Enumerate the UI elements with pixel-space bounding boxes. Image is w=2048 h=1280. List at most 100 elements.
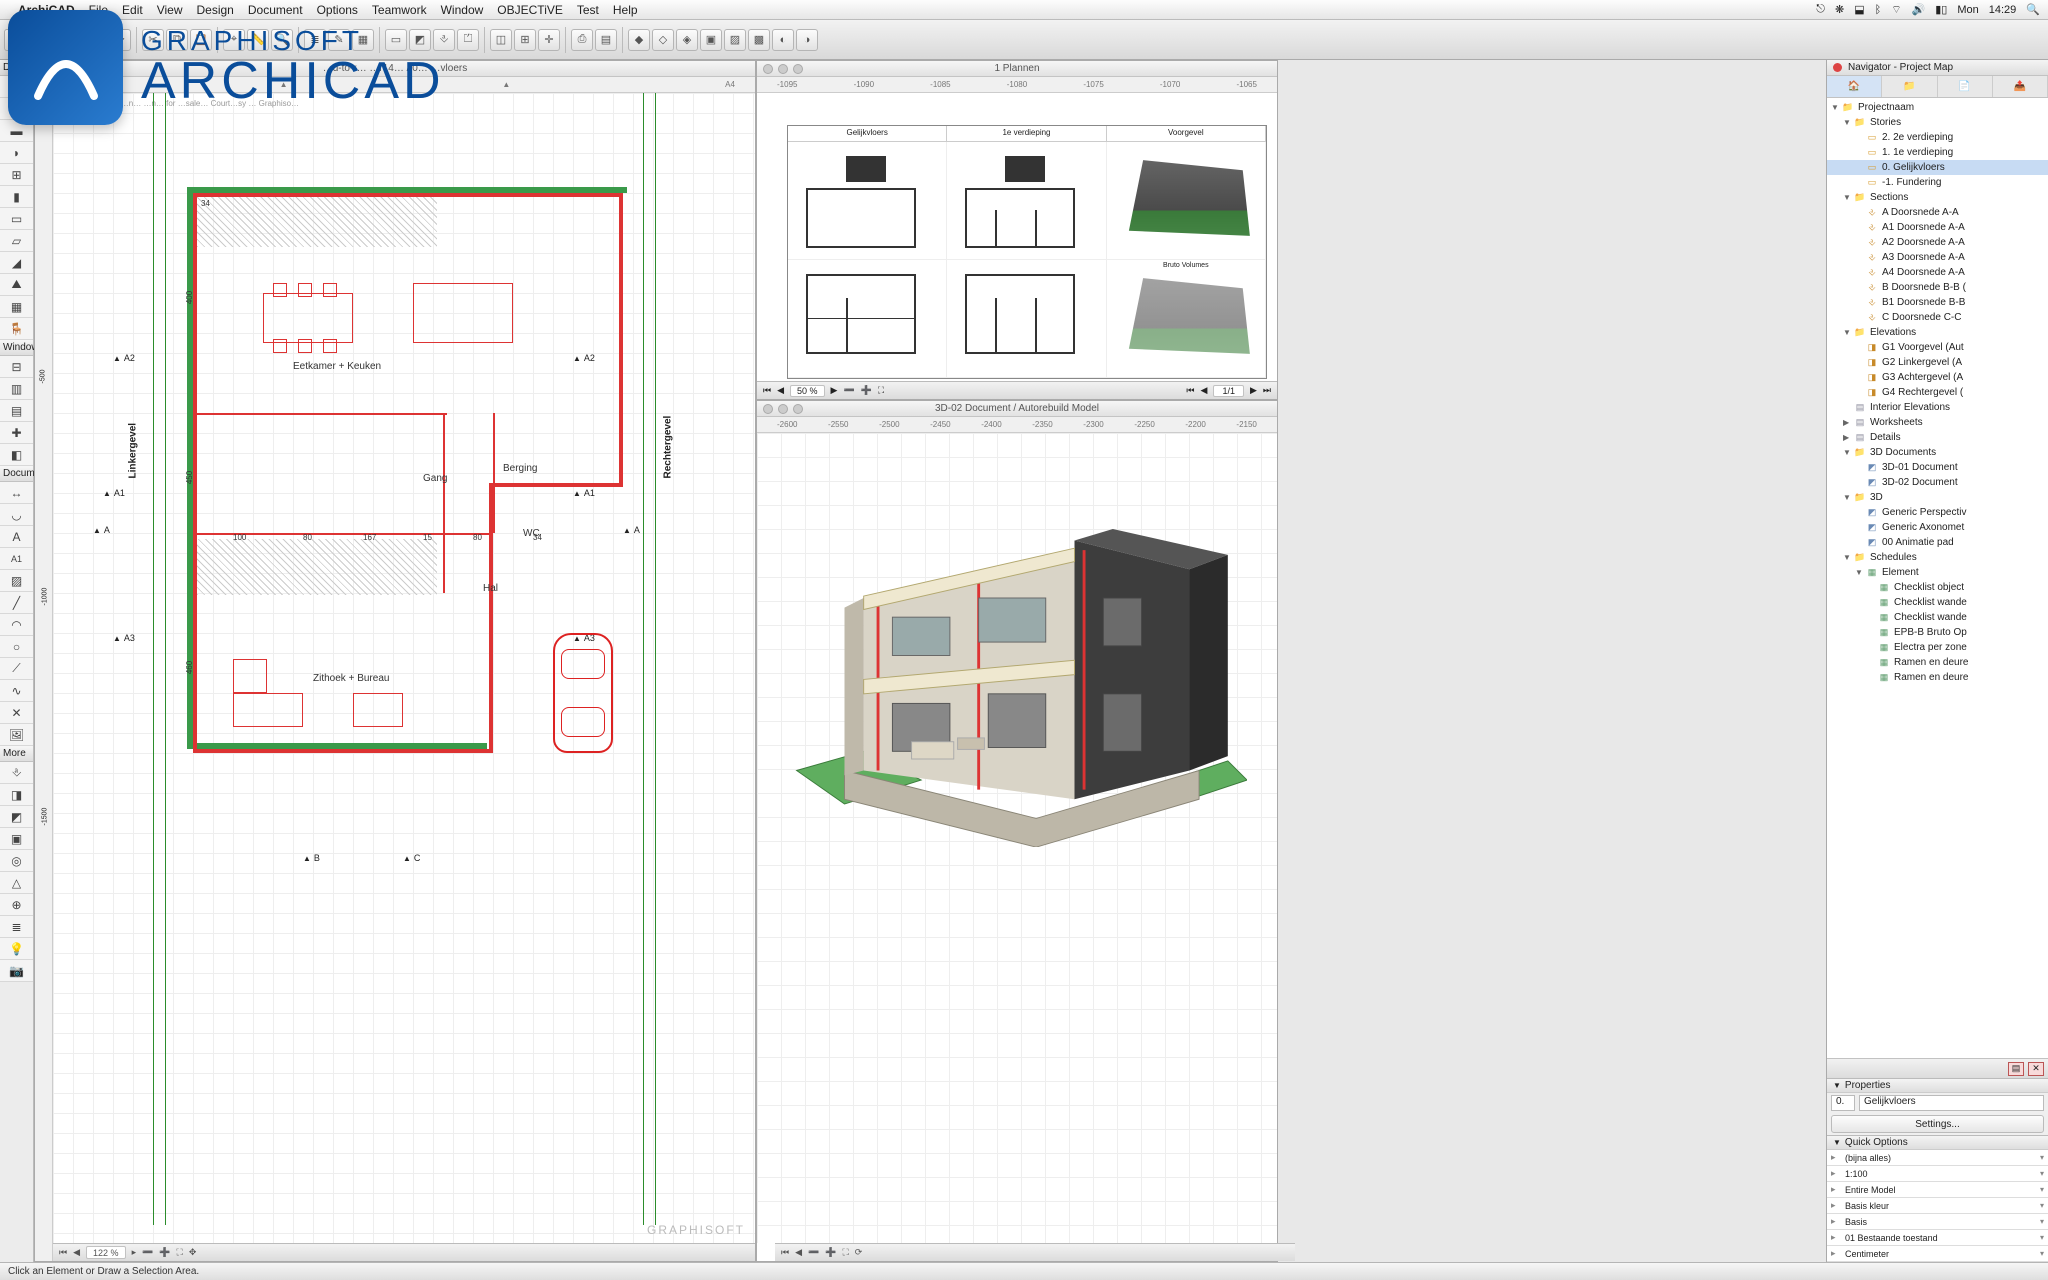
tree-row[interactable]: ▦Electra per zone: [1827, 640, 2048, 655]
navigator-tree[interactable]: ▼📁Projectnaam▼📁Stories▭2. 2e verdieping▭…: [1827, 98, 2048, 1058]
tree-row[interactable]: ▶▤Worksheets: [1827, 415, 2048, 430]
quick-option-row[interactable]: ▸(bijna alles)▾: [1827, 1150, 2048, 1166]
tool-cw-junction-icon[interactable]: ✚: [0, 422, 33, 444]
tool-circle-icon[interactable]: ○: [0, 636, 33, 658]
quick-option-row[interactable]: ▸Basis▾: [1827, 1214, 2048, 1230]
nav-tab-publisher-icon[interactable]: 📤: [1993, 76, 2048, 97]
v3-zoomout-icon[interactable]: ➖: [808, 1247, 819, 1258]
tree-row[interactable]: ▦Checklist wande: [1827, 595, 2048, 610]
tb-snap-icon[interactable]: ✛: [538, 29, 560, 51]
tree-row[interactable]: ▦Ramen en deure: [1827, 670, 2048, 685]
quick-option-row[interactable]: ▸Entire Model▾: [1827, 1182, 2048, 1198]
window-traffic-lights[interactable]: [763, 64, 803, 74]
tb-grid-icon[interactable]: ⊞: [514, 29, 536, 51]
volume-icon[interactable]: 🔊: [1912, 3, 1926, 16]
menu-help[interactable]: Help: [613, 3, 638, 17]
tool-slab-icon[interactable]: ▱: [0, 230, 33, 252]
tree-row[interactable]: ▭-1. Fundering: [1827, 175, 2048, 190]
page-next-icon[interactable]: ▶: [1250, 385, 1257, 396]
tree-row[interactable]: ▭1. 1e verdieping: [1827, 145, 2048, 160]
tree-row[interactable]: ▶▤Details: [1827, 430, 2048, 445]
tree-row[interactable]: ▼📁Stories: [1827, 115, 2048, 130]
zoom-out-icon[interactable]: ➖: [142, 1247, 153, 1258]
close-dot-icon[interactable]: [1833, 63, 1842, 72]
v3-fit-icon[interactable]: ⛶: [842, 1247, 848, 1258]
tree-row[interactable]: ⎀A4 Doorsnede A-A: [1827, 265, 2048, 280]
tree-row[interactable]: ◨G4 Rechtergevel (: [1827, 385, 2048, 400]
tool-camera-icon[interactable]: 📷: [0, 960, 33, 982]
quick-option-row[interactable]: ▸Centimeter▾: [1827, 1246, 2048, 1262]
tree-row[interactable]: ▼📁Sections: [1827, 190, 2048, 205]
tool-cw-frame-icon[interactable]: ▥: [0, 378, 33, 400]
evernote-icon[interactable]: ❋: [1835, 3, 1844, 16]
tree-row[interactable]: ◩Generic Perspectiv: [1827, 505, 2048, 520]
sb-first-icon[interactable]: ⏮: [763, 385, 771, 396]
tb-misc3-icon[interactable]: ◈: [676, 29, 698, 51]
tool-window-icon[interactable]: ⊞: [0, 164, 33, 186]
sb-zoomin-icon[interactable]: ➕: [861, 385, 872, 396]
tool-stair-icon[interactable]: ≣: [0, 916, 33, 938]
battery-icon[interactable]: ▮▯: [1935, 3, 1947, 16]
tree-row[interactable]: ▦Checklist wande: [1827, 610, 2048, 625]
tree-row[interactable]: ▼📁Projectnaam: [1827, 100, 2048, 115]
tree-row[interactable]: ▼▦Element: [1827, 565, 2048, 580]
tree-row[interactable]: ▤Interior Elevations: [1827, 400, 2048, 415]
zoom-field[interactable]: 122 %: [86, 1246, 126, 1259]
tree-row[interactable]: ◩Generic Axonomet: [1827, 520, 2048, 535]
v3-first-icon[interactable]: ⏮: [781, 1247, 789, 1258]
tool-dimension-icon[interactable]: ↔: [0, 482, 33, 504]
sheet-zoom[interactable]: 50 %: [790, 385, 825, 397]
tool-curtain-icon[interactable]: ⊟: [0, 356, 33, 378]
tb-misc5-icon[interactable]: ▨: [724, 29, 746, 51]
tb-trace-icon[interactable]: ◫: [490, 29, 512, 51]
tb-misc7-icon[interactable]: ◐: [772, 29, 794, 51]
menu-objective[interactable]: OBJECTiVE: [497, 3, 563, 17]
tree-row[interactable]: ◩3D-01 Document: [1827, 460, 2048, 475]
tool-section-icon[interactable]: ⎀: [0, 762, 33, 784]
spotlight-icon[interactable]: 🔍: [2026, 3, 2040, 16]
section-marker-c[interactable]: C: [403, 853, 420, 863]
tool-elevation-icon[interactable]: ◨: [0, 784, 33, 806]
bluetooth-icon[interactable]: ᛒ: [1875, 4, 1882, 16]
tool-zone-icon[interactable]: ▦: [0, 296, 33, 318]
tool-cw-accessory-icon[interactable]: ◧: [0, 444, 33, 466]
sb-zoomout-icon[interactable]: ➖: [843, 385, 854, 396]
menu-test[interactable]: Test: [577, 3, 599, 17]
fit-icon[interactable]: ⛶: [177, 1247, 183, 1258]
tb-misc1-icon[interactable]: ◆: [628, 29, 650, 51]
tool-cw-panel-icon[interactable]: ▤: [0, 400, 33, 422]
tool-grid-icon[interactable]: ⊕: [0, 894, 33, 916]
tool-hotspot-icon[interactable]: ✕: [0, 702, 33, 724]
tree-row[interactable]: ▦EPB-B Bruto Op: [1827, 625, 2048, 640]
nav-new-icon[interactable]: ▤: [2008, 1062, 2024, 1076]
nav-first-icon[interactable]: ⏮: [59, 1247, 67, 1258]
tb-misc8-icon[interactable]: ◑: [796, 29, 818, 51]
section-marker-a1[interactable]: A1: [103, 488, 125, 498]
tool-worksheet-icon[interactable]: ▣: [0, 828, 33, 850]
nav-tab-view-map-icon[interactable]: 📁: [1882, 76, 1937, 97]
page-prev-icon[interactable]: ◀: [1201, 385, 1208, 396]
dropbox-icon[interactable]: ⬓: [1854, 3, 1864, 16]
tb-misc6-icon[interactable]: ▩: [748, 29, 770, 51]
story-number-field[interactable]: 0.: [1831, 1095, 1855, 1111]
tree-row[interactable]: ◨G3 Achtergevel (A: [1827, 370, 2048, 385]
v3-prev-icon[interactable]: ◀: [795, 1247, 802, 1258]
nav-prev-icon[interactable]: ◀: [73, 1247, 80, 1258]
tool-level-icon[interactable]: ◡: [0, 504, 33, 526]
menu-window[interactable]: Window: [441, 3, 484, 17]
tool-arc-icon[interactable]: ◠: [0, 614, 33, 636]
section-marker-a3[interactable]: A3: [113, 633, 135, 643]
tree-row[interactable]: ⎀A2 Doorsnede A-A: [1827, 235, 2048, 250]
v3-zoomin-icon[interactable]: ➕: [825, 1247, 836, 1258]
settings-button[interactable]: Settings...: [1831, 1115, 2044, 1133]
section-marker-b[interactable]: B: [303, 853, 320, 863]
tree-row[interactable]: ⎀A1 Doorsnede A-A: [1827, 220, 2048, 235]
v3-orbit-icon[interactable]: ⟳: [855, 1247, 863, 1258]
tree-row[interactable]: ▭0. Gelijkvloers: [1827, 160, 2048, 175]
tree-row[interactable]: ◩3D-02 Document: [1827, 475, 2048, 490]
tool-mesh-icon[interactable]: ⛰: [0, 274, 33, 296]
nav-tab-project-map-icon[interactable]: 🏠: [1827, 76, 1882, 97]
tool-interior-icon[interactable]: ◩: [0, 806, 33, 828]
tb-misc2-icon[interactable]: ◇: [652, 29, 674, 51]
quick-option-row[interactable]: ▸01 Bestaande toestand▾: [1827, 1230, 2048, 1246]
